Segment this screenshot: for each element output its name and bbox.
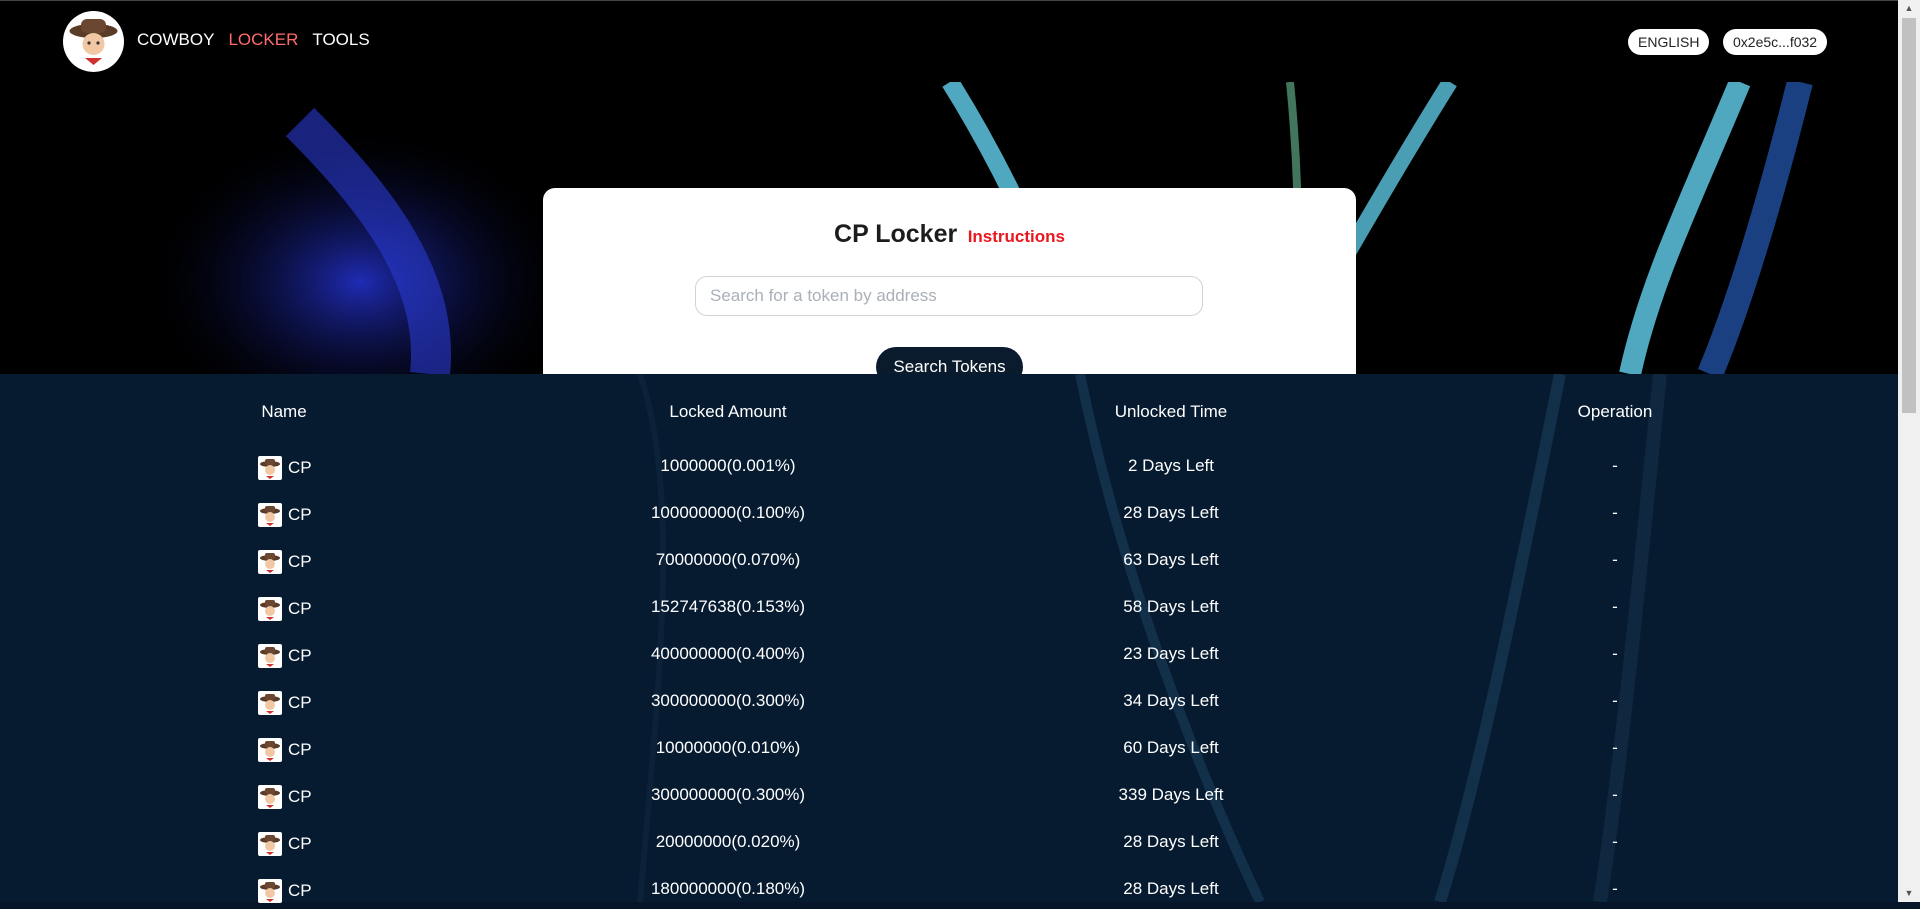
token-name-cell: CP [258, 503, 312, 527]
unlocked-time: 339 Days Left [1118, 785, 1224, 804]
token-cowboy-icon [258, 738, 282, 762]
locked-amount: 1000000(0.001%) [660, 456, 796, 475]
token-name: CP [288, 881, 312, 900]
token-name: CP [288, 505, 312, 524]
unlocked-time: 28 Days Left [1123, 879, 1219, 898]
token-name: CP [288, 646, 312, 665]
search-tokens-button[interactable]: Search Tokens [876, 347, 1023, 374]
locked-amount: 20000000(0.020%) [655, 832, 801, 851]
top-nav: COWBOY LOCKER TOOLS ENGLISH 0x2e5c...f03… [0, 0, 1898, 82]
token-cowboy-icon [258, 597, 282, 621]
token-cowboy-icon [258, 550, 282, 574]
unlocked-time: 34 Days Left [1123, 691, 1219, 710]
nav-link-cowboy[interactable]: COWBOY [137, 30, 214, 50]
operation: - [1612, 503, 1618, 522]
nav-link-locker[interactable]: LOCKER [228, 30, 298, 50]
header-name: Name [261, 402, 307, 421]
operation: - [1612, 785, 1618, 804]
locked-amount: 180000000(0.180%) [650, 879, 806, 898]
operation: - [1612, 691, 1618, 710]
token-cowboy-icon [258, 456, 282, 480]
locked-amount: 10000000(0.010%) [655, 738, 801, 757]
token-name: CP [288, 787, 312, 806]
operation: - [1612, 738, 1618, 757]
operation: - [1612, 456, 1618, 475]
operation: - [1612, 550, 1618, 569]
header-operation: Operation [1577, 402, 1653, 421]
locked-amount: 70000000(0.070%) [655, 550, 801, 569]
token-name: CP [288, 693, 312, 712]
token-name-cell: CP [258, 738, 312, 762]
token-cowboy-icon [258, 785, 282, 809]
header-locked-amount: Locked Amount [669, 402, 787, 421]
token-name-cell: CP [258, 597, 312, 621]
locked-amount: 300000000(0.300%) [650, 691, 806, 710]
scrollbar-thumb[interactable] [1902, 18, 1916, 413]
table-row: CP 10000000(0.010%) 60 Days Left - [0, 738, 1898, 768]
token-name: CP [288, 740, 312, 759]
card-title-row: CP Locker Instructions [543, 220, 1356, 249]
token-search-input[interactable] [695, 276, 1203, 316]
table-row: CP 400000000(0.400%) 23 Days Left - [0, 644, 1898, 674]
token-name-cell: CP [258, 832, 312, 856]
token-cowboy-icon [258, 832, 282, 856]
nav-links: COWBOY LOCKER TOOLS [137, 30, 370, 50]
cowboy-logo[interactable] [63, 11, 124, 72]
token-name-cell: CP [258, 879, 312, 903]
token-cowboy-icon [258, 503, 282, 527]
table-row: CP 152747638(0.153%) 58 Days Left - [0, 597, 1898, 627]
locked-amount: 400000000(0.400%) [650, 644, 806, 663]
unlocked-time: 2 Days Left [1128, 456, 1214, 475]
unlocked-time: 60 Days Left [1123, 738, 1219, 757]
token-name: CP [288, 834, 312, 853]
unlocked-time: 28 Days Left [1123, 832, 1219, 851]
token-cowboy-icon [258, 691, 282, 715]
hero-banner: CP Locker Instructions Search Tokens [0, 82, 1898, 374]
table-row: CP 100000000(0.100%) 28 Days Left - [0, 503, 1898, 533]
table-row: CP 20000000(0.020%) 28 Days Left - [0, 832, 1898, 862]
operation: - [1612, 644, 1618, 663]
operation: - [1612, 832, 1618, 851]
token-cowboy-icon [258, 879, 282, 903]
card-title: CP Locker [834, 220, 958, 248]
header-unlocked-time: Unlocked Time [1114, 402, 1228, 421]
scroll-up-arrow-icon[interactable]: ▲ [1898, 0, 1920, 17]
token-name-cell: CP [258, 550, 312, 574]
language-selector[interactable]: ENGLISH [1628, 29, 1710, 55]
nav-link-tools[interactable]: TOOLS [312, 30, 369, 50]
operation: - [1612, 597, 1618, 616]
table-row: CP 300000000(0.300%) 34 Days Left - [0, 691, 1898, 721]
instructions-link[interactable]: Instructions [968, 227, 1065, 246]
operation: - [1612, 879, 1618, 898]
token-name-cell: CP [258, 691, 312, 715]
unlocked-time: 23 Days Left [1123, 644, 1219, 663]
token-name-cell: CP [258, 456, 312, 480]
locked-amount: 100000000(0.100%) [650, 503, 806, 522]
content-background-lines [637, 374, 1667, 902]
token-name: CP [288, 552, 312, 571]
token-cowboy-icon [258, 644, 282, 668]
wallet-address-button[interactable]: 0x2e5c...f032 [1723, 29, 1828, 55]
table-row: CP 300000000(0.300%) 339 Days Left - [0, 785, 1898, 815]
token-name: CP [288, 599, 312, 618]
page-scrollbar[interactable]: ▲ ▼ [1898, 0, 1920, 902]
table-row: CP 1000000(0.001%) 2 Days Left - [0, 456, 1898, 486]
scroll-down-arrow-icon[interactable]: ▼ [1898, 885, 1920, 902]
unlocked-time: 28 Days Left [1123, 503, 1219, 522]
unlocked-time: 63 Days Left [1123, 550, 1219, 569]
token-name: CP [288, 458, 312, 477]
locker-card: CP Locker Instructions Search Tokens [543, 188, 1356, 374]
content-background [0, 374, 1898, 902]
unlocked-time: 58 Days Left [1123, 597, 1219, 616]
token-name-cell: CP [258, 644, 312, 668]
table-row: CP 180000000(0.180%) 28 Days Left - [0, 879, 1898, 909]
token-name-cell: CP [258, 785, 312, 809]
locked-amount: 152747638(0.153%) [650, 597, 806, 616]
table-row: CP 70000000(0.070%) 63 Days Left - [0, 550, 1898, 580]
locked-amount: 300000000(0.300%) [650, 785, 806, 804]
